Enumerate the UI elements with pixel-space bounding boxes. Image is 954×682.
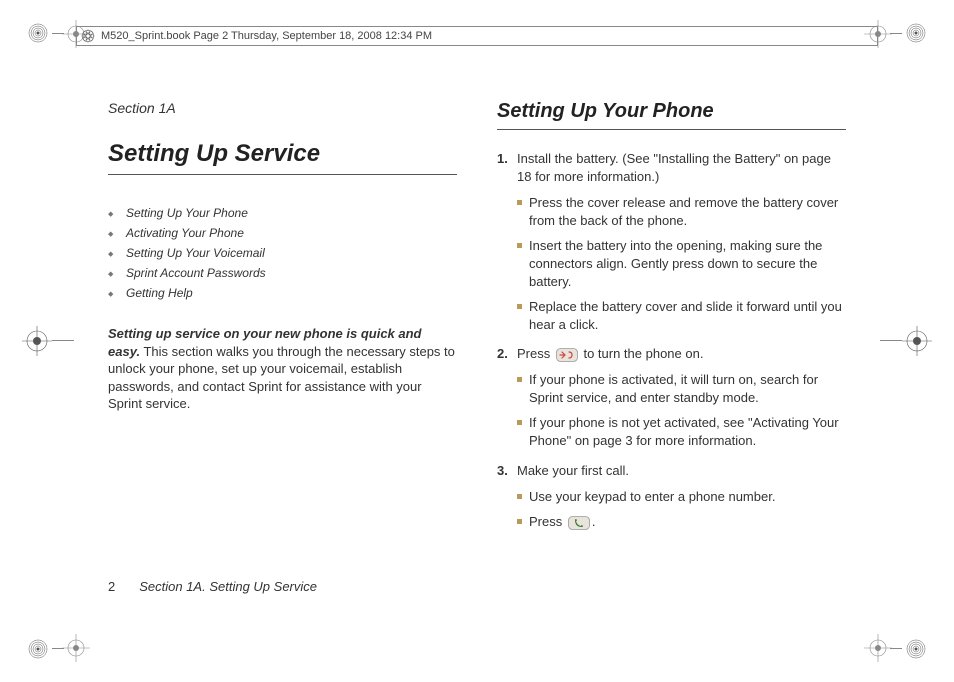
end-key-icon (556, 348, 578, 362)
substep: If your phone is activated, it will turn… (517, 371, 846, 406)
corner-mark-bottom-right (906, 639, 926, 659)
toc-item: Activating Your Phone (108, 223, 457, 243)
right-section-title: Setting Up Your Phone (497, 100, 846, 130)
toc-item: Setting Up Your Phone (108, 203, 457, 223)
corner-mark-top-left (28, 23, 48, 43)
substep: If your phone is not yet activated, see … (517, 414, 846, 449)
intro-paragraph: Setting up service on your new phone is … (108, 325, 457, 413)
step-item: 2. Press to turn the phone on. If your p… (497, 345, 846, 449)
substep-post: . (592, 514, 596, 529)
substep-list: Press the cover release and remove the b… (517, 194, 846, 333)
registration-mark-left (22, 326, 52, 356)
substep-list: If your phone is activated, it will turn… (517, 371, 846, 449)
rosette-icon (81, 29, 95, 43)
step-number: 1. (497, 150, 508, 168)
step-text-post: to turn the phone on. (580, 346, 704, 361)
talk-key-icon (568, 516, 590, 530)
crop-line (880, 340, 902, 341)
toc-list: Setting Up Your Phone Activating Your Ph… (108, 203, 457, 303)
section-label: Section 1A (108, 100, 457, 116)
substep-list: Use your keypad to enter a phone number.… (517, 488, 846, 531)
page-body: Section 1A Setting Up Service Setting Up… (108, 100, 846, 582)
framemaker-header: M520_Sprint.book Page 2 Thursday, Septem… (76, 26, 878, 46)
substep: Insert the battery into the opening, mak… (517, 237, 846, 290)
crop-line (52, 340, 74, 341)
step-text-pre: Press (517, 346, 554, 361)
crop-line (890, 648, 902, 649)
substep: Replace the battery cover and slide it f… (517, 298, 846, 333)
step-text: Make your first call. (517, 463, 629, 478)
toc-item: Setting Up Your Voicemail (108, 243, 457, 263)
toc-item: Sprint Account Passwords (108, 263, 457, 283)
corner-mark-bottom-left (28, 639, 48, 659)
step-number: 2. (497, 345, 508, 363)
substep: Press . (517, 513, 846, 531)
page-title: Setting Up Service (108, 140, 457, 175)
step-item: 3. Make your first call. Use your keypad… (497, 462, 846, 531)
crop-line (52, 33, 64, 34)
crop-line (890, 33, 902, 34)
step-number: 3. (497, 462, 508, 480)
crop-line (52, 648, 64, 649)
page-number: 2 (108, 579, 115, 594)
crop-mark-br (864, 634, 892, 662)
step-item: 1. Install the battery. (See "Installing… (497, 150, 846, 333)
intro-rest: This section walks you through the neces… (108, 344, 455, 412)
substep-pre: Press (529, 514, 566, 529)
substep: Use your keypad to enter a phone number. (517, 488, 846, 506)
registration-mark-right (902, 326, 932, 356)
toc-item: Getting Help (108, 283, 457, 303)
steps-list: 1. Install the battery. (See "Installing… (497, 150, 846, 531)
crop-mark-bl (62, 634, 90, 662)
corner-mark-top-right (906, 23, 926, 43)
step-text: Install the battery. (See "Installing th… (517, 151, 831, 184)
left-column: Section 1A Setting Up Service Setting Up… (108, 100, 457, 582)
header-text: M520_Sprint.book Page 2 Thursday, Septem… (101, 30, 432, 42)
page-footer: 2 Section 1A. Setting Up Service (108, 579, 317, 594)
right-column: Setting Up Your Phone 1. Install the bat… (497, 100, 846, 582)
footer-text: Section 1A. Setting Up Service (139, 579, 317, 594)
substep: Press the cover release and remove the b… (517, 194, 846, 229)
